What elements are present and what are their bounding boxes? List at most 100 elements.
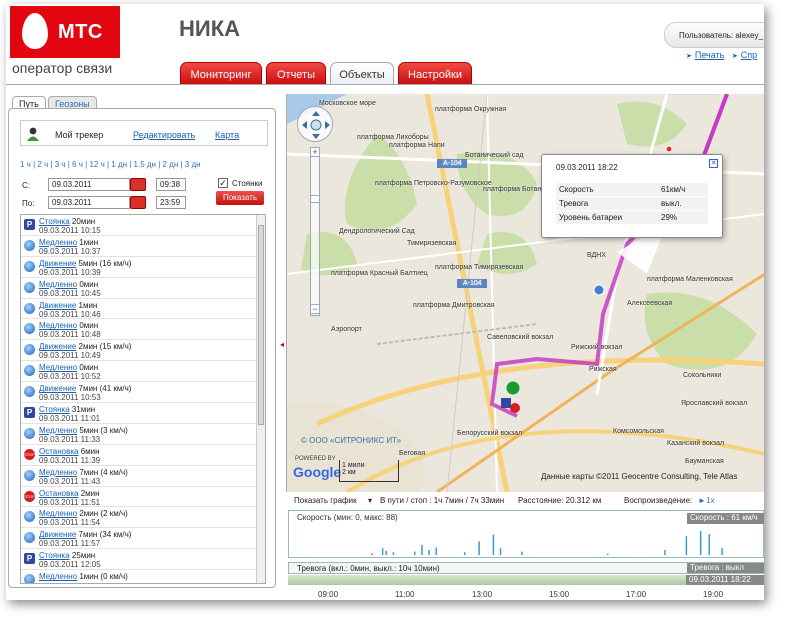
slow-icon [24, 511, 35, 523]
event-type[interactable]: Движение [39, 259, 76, 268]
collapse-panel-icon[interactable]: ◂ [280, 340, 284, 349]
tab-monitoring[interactable]: Мониторинг [180, 62, 262, 86]
event-time: 09.03.2011 10:49 [39, 351, 101, 361]
event-time: 09.03.2011 10:46 [39, 309, 101, 319]
event-detail: 7мин (4 км/ч) [79, 467, 128, 477]
list-item[interactable]: Движение 7мин (34 км/ч) 09.03.2011 11:57 [21, 528, 257, 550]
close-icon[interactable]: ✕ [709, 159, 718, 168]
time-tick-label: 09:00 [318, 590, 339, 599]
slow-icon [24, 239, 35, 251]
list-item[interactable]: Медленно 2мин (2 км/ч) 09.03.2011 11:54 [21, 507, 257, 529]
list-item[interactable]: STOP Остановка 2мин 09.03.2011 11:51 [21, 487, 257, 508]
map-place-label: Комсомольская [613, 428, 664, 435]
list-item[interactable]: P Стоянка 31мин 09.03.2011 11:01 [21, 403, 257, 424]
list-item[interactable]: P Стоянка 25мин 09.03.2011 12:05 [21, 549, 257, 571]
from-date-field[interactable]: 09.03.2011 [48, 178, 130, 191]
event-type[interactable]: Медленно [39, 468, 77, 477]
list-scrollbar[interactable] [256, 215, 265, 583]
event-type[interactable]: Движение [39, 384, 76, 393]
show-button[interactable]: Показать [216, 191, 264, 205]
map-link[interactable]: Карта [215, 130, 239, 140]
event-detail: 7мин (34 км/ч) [78, 530, 132, 540]
map-place-label: платформа Маленковская [647, 276, 733, 283]
list-item[interactable]: Медленно 7мин (4 км/ч) 09.03.2011 11:43 [21, 466, 257, 487]
from-time-field[interactable]: 09:38 [156, 178, 186, 191]
alarm-chart[interactable]: Тревога (вкл.: 0мин, выкл.: 10ч 10мин) Т… [288, 562, 764, 574]
event-detail: 1мин (0 км/ч) [79, 572, 128, 582]
zoom-out-icon[interactable]: − [310, 304, 320, 314]
map-place-label: платформа Напи [389, 142, 445, 149]
list-item[interactable]: P Стоянка 20мин 09.03.2011 10:15 [21, 215, 257, 236]
list-item[interactable]: Медленно 0мин 09.03.2011 10:52 [21, 361, 257, 383]
slow-icon [24, 365, 35, 377]
scroll-thumb[interactable] [258, 225, 264, 425]
map-place-label: платформа Петровско-Разумовское [375, 180, 492, 187]
list-item[interactable]: Движение 7мин (41 км/ч) 09.03.2011 10:53 [21, 382, 257, 404]
popup-value: 29% [658, 210, 708, 225]
zoom-handle[interactable] [310, 195, 320, 203]
list-item[interactable]: STOP Остановка 6мин 09.03.2011 11:39 [21, 445, 257, 466]
map-view[interactable]: Московское море платформа Окружная платфор… [286, 94, 764, 492]
event-time: 09.03.2011 10:37 [39, 246, 101, 256]
tracker-avatar-icon [27, 127, 39, 141]
map-copyright: © ООО «СИТРОНИКС ИТ» [301, 436, 402, 445]
list-item[interactable]: Медленно 0мин 09.03.2011 10:48 [21, 319, 257, 341]
parking-icon: P [24, 219, 35, 230]
event-type[interactable]: Медленно [39, 321, 77, 330]
list-item[interactable]: Медленно 0мин 09.03.2011 10:45 [21, 278, 257, 299]
mts-logo[interactable]: МТС [10, 6, 120, 58]
chart-select[interactable]: Показать график [294, 496, 357, 505]
time-range-links[interactable]: 1 ч | 2 ч | 3 ч | 6 ч | 12 ч | 1 дн | 1.… [20, 160, 201, 169]
list-item[interactable]: Движение 5мин (16 км/ч) 09.03.2011 10:39 [21, 257, 257, 278]
speed-chart[interactable]: Скорость (мин: 0, макс: 88) Скорость : 6… [288, 510, 764, 558]
event-type[interactable]: Стоянка [39, 405, 70, 414]
event-type[interactable]: Стоянка [39, 551, 70, 560]
list-item[interactable]: Медленно 1мин (0 км/ч) [21, 570, 257, 583]
edit-link[interactable]: Редактировать [133, 130, 195, 140]
event-type[interactable]: Медленно [39, 426, 77, 435]
arrow-icon: ➤ [731, 53, 738, 60]
help-link[interactable]: Спр [741, 50, 757, 60]
zoom-slider[interactable]: + − [310, 147, 320, 316]
popup-row: Тревога выкл. [556, 196, 708, 211]
event-detail: 6мин [80, 446, 100, 456]
powered-by: POWERED BY [295, 456, 336, 462]
map-pan-control[interactable] [297, 106, 333, 142]
event-time: 09.03.2011 11:33 [39, 434, 101, 444]
zoom-in-icon[interactable]: + [310, 147, 320, 157]
movement-icon [24, 532, 35, 544]
tab-reports[interactable]: Отчеты [266, 62, 326, 86]
event-type[interactable]: Медленно [39, 238, 77, 247]
event-type[interactable]: Медленно [39, 280, 77, 289]
event-type[interactable]: Остановка [39, 447, 79, 456]
print-link[interactable]: Печать [695, 50, 724, 60]
to-date-field[interactable]: 09.03.2011 [48, 196, 130, 209]
tab-settings[interactable]: Настройки [398, 62, 472, 86]
stop-icon: STOP [24, 490, 35, 502]
from-calendar-button[interactable] [130, 178, 146, 191]
google-logo[interactable]: Google [293, 464, 341, 480]
list-item[interactable]: Медленно 1мин 09.03.2011 10:37 [21, 236, 257, 257]
event-type[interactable]: Стоянка [39, 217, 70, 226]
to-time-field[interactable]: 23:59 [156, 196, 186, 209]
event-time: 09.03.2011 10:15 [39, 226, 101, 235]
road-label: А-104 [443, 160, 462, 167]
list-item[interactable]: Медленно 5мин (3 км/ч) 09.03.2011 11:33 [21, 424, 257, 445]
event-type[interactable]: Остановка [39, 489, 79, 498]
event-type[interactable]: Медленно [39, 363, 77, 372]
to-calendar-button[interactable] [130, 196, 146, 209]
event-type[interactable]: Медленно [39, 572, 77, 581]
event-type[interactable]: Медленно [39, 509, 77, 518]
time-tick-label: 17:00 [626, 590, 647, 599]
list-item[interactable]: Движение 1мин 09.03.2011 10:46 [21, 299, 257, 320]
event-type[interactable]: Движение [39, 342, 76, 351]
event-time: 09.03.2011 10:39 [39, 267, 101, 277]
playback-speed[interactable]: 1x [706, 496, 714, 505]
stops-checkbox[interactable]: ✓ [218, 178, 228, 188]
chevron-down-icon[interactable]: ▾ [368, 496, 372, 505]
play-icon[interactable]: ► [698, 496, 706, 505]
event-type[interactable]: Движение [39, 301, 76, 310]
list-item[interactable]: Движение 2мин (15 км/ч) 09.03.2011 10:49 [21, 340, 257, 362]
map-place-label: платформа Красный Балтиец [331, 270, 428, 277]
event-type[interactable]: Движение [39, 530, 76, 539]
